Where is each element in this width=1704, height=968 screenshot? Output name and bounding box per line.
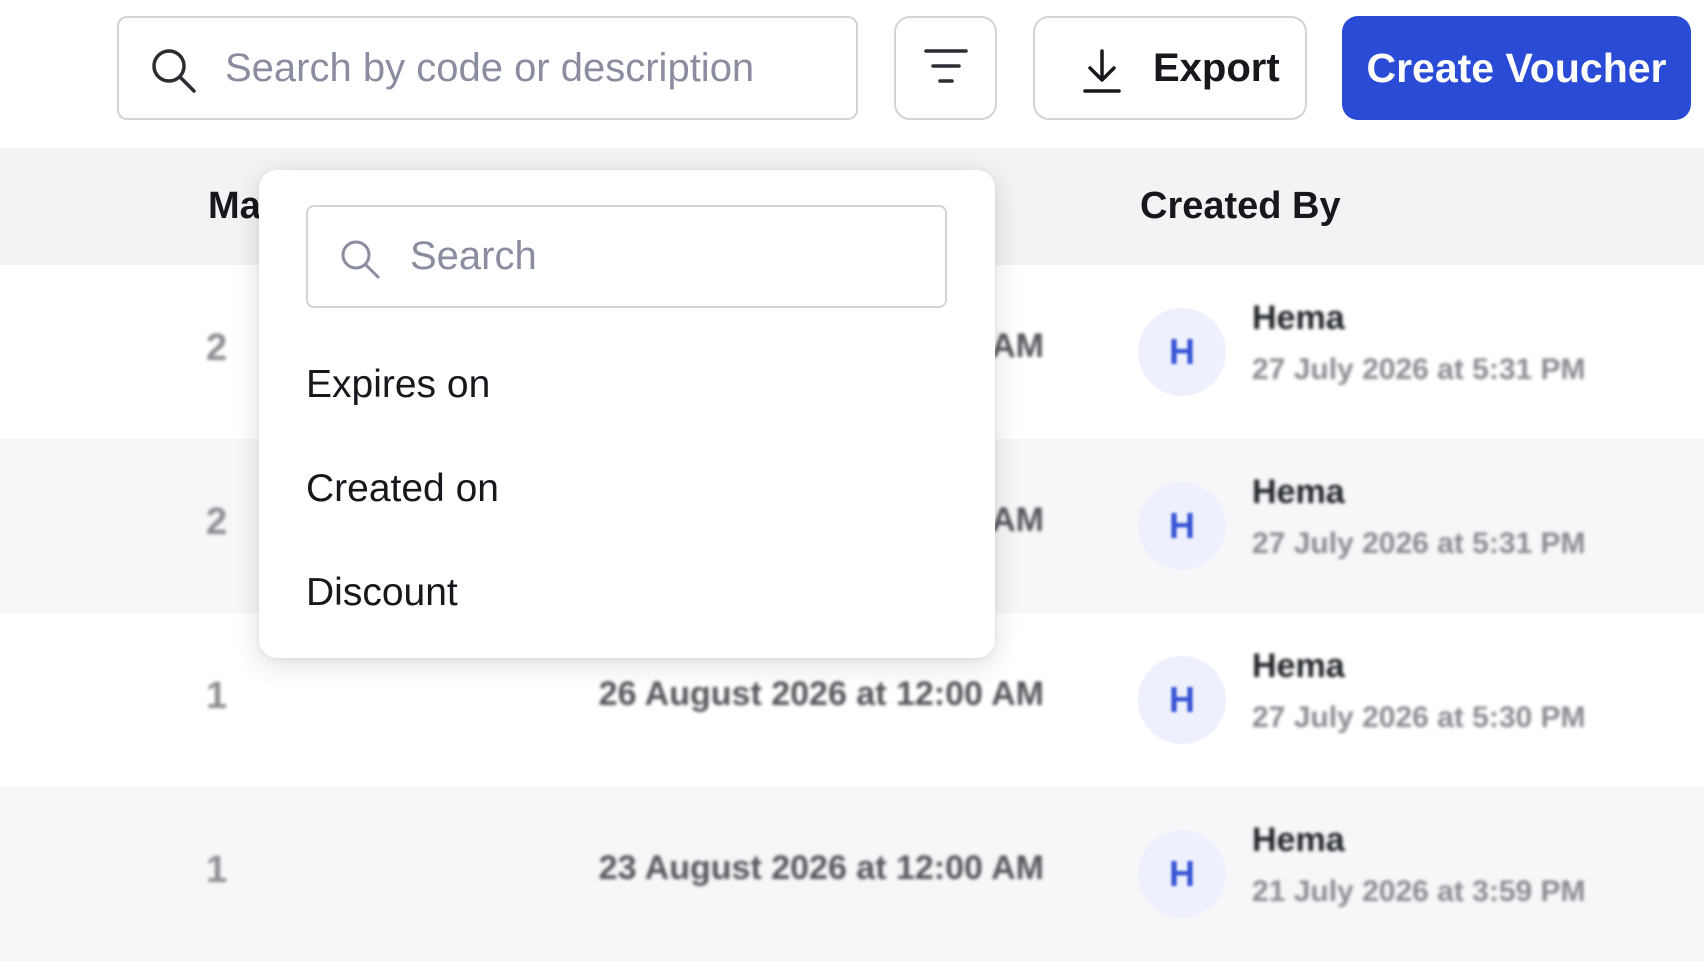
created-at: 27 July 2026 at 5:31 PM [1252, 353, 1586, 386]
expires-on-cell: AM [991, 501, 1044, 539]
avatar-initial: H [1169, 853, 1195, 894]
expires-on-cell: 23 August 2026 at 12:00 AM [598, 849, 1044, 887]
usage-count: 2 [206, 327, 228, 369]
avatar: H [1138, 830, 1226, 918]
voucher-search-input[interactable] [225, 18, 825, 118]
search-icon [149, 46, 199, 96]
filter-option-created-on[interactable]: Created on [306, 444, 947, 534]
voucher-search-box[interactable] [117, 16, 858, 120]
creator-name: Hema [1252, 299, 1345, 337]
filter-option-discount[interactable]: Discount [306, 548, 947, 638]
create-voucher-button[interactable]: Create Voucher [1342, 16, 1691, 120]
usage-count: 2 [206, 501, 228, 543]
usage-count: 1 [206, 675, 228, 717]
filter-dropdown: Expires on Created on Discount [259, 170, 995, 658]
export-label: Export [1153, 46, 1280, 90]
search-icon [338, 237, 382, 281]
avatar-initial: H [1169, 505, 1195, 546]
column-header-partial: Ma [208, 185, 261, 227]
export-button[interactable]: Export [1033, 16, 1307, 120]
creator-name: Hema [1252, 473, 1345, 511]
dropdown-search-box[interactable] [306, 205, 947, 308]
table-row[interactable]: 1 23 August 2026 at 12:00 AM H Hema 21 J… [0, 787, 1704, 961]
toolbar: Export Create Voucher [0, 0, 1704, 148]
voucher-list-page: Export Create Voucher Ma Created By 2 AM… [0, 0, 1704, 968]
created-at: 27 July 2026 at 5:30 PM [1252, 701, 1586, 734]
filter-option-expires-on[interactable]: Expires on [306, 340, 947, 430]
created-at: 27 July 2026 at 5:31 PM [1252, 527, 1586, 560]
dropdown-search-input[interactable] [410, 207, 930, 306]
avatar: H [1138, 656, 1226, 744]
avatar: H [1138, 308, 1226, 396]
creator-name: Hema [1252, 821, 1345, 859]
expires-on-cell: 26 August 2026 at 12:00 AM [598, 675, 1044, 713]
creator-name: Hema [1252, 647, 1345, 685]
usage-count: 1 [206, 849, 228, 891]
avatar-initial: H [1169, 679, 1195, 720]
column-header-created-by: Created By [1140, 185, 1341, 227]
created-at: 21 July 2026 at 3:59 PM [1252, 875, 1586, 908]
avatar-initial: H [1169, 331, 1195, 372]
filter-lines-icon [923, 46, 969, 91]
expires-on-cell: AM [991, 327, 1044, 365]
avatar: H [1138, 482, 1226, 570]
filter-button[interactable] [894, 16, 997, 120]
download-icon [1077, 46, 1127, 96]
